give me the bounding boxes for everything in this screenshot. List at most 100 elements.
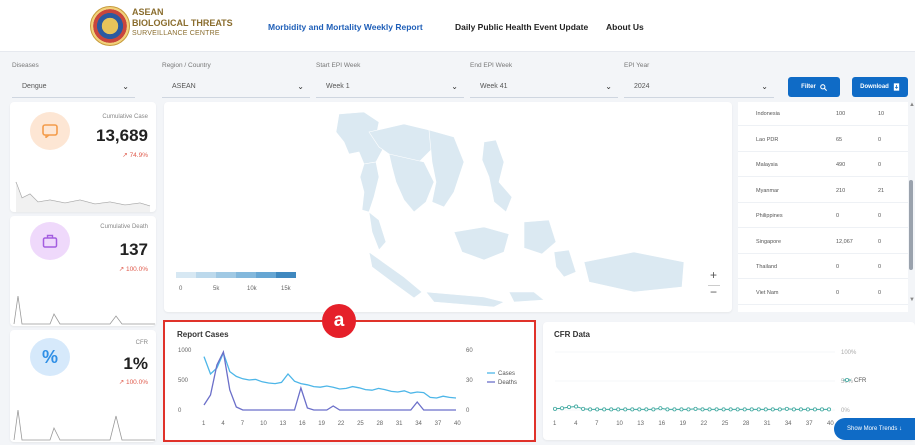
logo-caption: SURVEILLANCE CENTRE xyxy=(132,30,220,37)
cfr-point xyxy=(609,407,614,412)
cfr-point xyxy=(700,407,705,412)
legend-swatch xyxy=(216,272,236,278)
start-week-label: Start EPI Week xyxy=(316,62,361,69)
chevron-down-icon: ⌄ xyxy=(122,82,129,91)
x-tick: 28 xyxy=(743,421,750,427)
kpi-change: ↗ 100.0% xyxy=(118,266,148,273)
table-row[interactable]: Malaysia 490 0 xyxy=(738,153,908,177)
scroll-down-icon[interactable]: ▼ xyxy=(909,297,915,303)
cell-country: Lao PDR xyxy=(756,136,779,143)
x-tick: 37 xyxy=(806,421,813,427)
table-row[interactable]: Viet Nam 0 0 xyxy=(738,281,908,305)
cfr-point xyxy=(595,407,600,412)
legend-tick: 10k xyxy=(247,286,258,292)
cell-deaths: 0 xyxy=(878,289,882,296)
cell-deaths: 0 xyxy=(878,238,882,245)
cell-deaths: 10 xyxy=(878,111,885,117)
year-select[interactable]: 2024 ⌄ xyxy=(624,78,774,98)
diseases-select[interactable]: Dengue ⌄ xyxy=(12,78,135,98)
cell-cases: 490 xyxy=(836,162,846,168)
cell-cases: 65 xyxy=(836,136,843,143)
x-tick: 31 xyxy=(764,421,771,427)
cell-country: Viet Nam xyxy=(756,289,779,296)
cell-cases: 0 xyxy=(836,264,840,270)
annotation-badge: a xyxy=(322,304,356,338)
cfr-point xyxy=(672,407,677,412)
table-scrollbar[interactable]: ▲ ▼ xyxy=(908,102,915,312)
cell-cases: 0 xyxy=(836,289,840,296)
cfr-point xyxy=(665,407,670,412)
arrow-down-icon: ↓ xyxy=(899,426,903,432)
cfr-point xyxy=(742,407,747,412)
cell-cases: 100 xyxy=(836,111,846,117)
asean-logo[interactable] xyxy=(90,6,130,46)
kpi-label: Cumulative Case xyxy=(102,114,148,120)
cfr-point xyxy=(560,406,565,411)
show-more-trends-button[interactable]: Show More Trends ↓ xyxy=(834,418,915,440)
cfr-point xyxy=(686,407,691,412)
show-more-label: Show More Trends xyxy=(846,426,898,432)
table-row[interactable]: Thailand 0 0 xyxy=(738,255,908,279)
cfr-point xyxy=(812,407,817,412)
x-tick: 1 xyxy=(553,421,557,427)
nav-daily-update[interactable]: Daily Public Health Event Update xyxy=(455,22,588,32)
kpi-value: 1% xyxy=(123,354,148,373)
cell-country: Philippines xyxy=(756,213,783,219)
cfr-point xyxy=(644,407,649,412)
table-row[interactable]: Myanmar 210 21 xyxy=(738,179,908,203)
nav-mmwr[interactable]: Morbidity and Mortality Weekly Report xyxy=(268,22,423,32)
cfr-point xyxy=(637,407,642,412)
cfr-point xyxy=(552,406,557,411)
chevron-down-icon: ⌄ xyxy=(761,82,768,91)
briefcase-icon xyxy=(30,222,70,260)
download-label: Download xyxy=(860,84,889,90)
chevron-down-icon: ⌄ xyxy=(605,82,612,91)
kpi-value: 13,689 xyxy=(96,126,148,145)
filter-button[interactable]: Filter xyxy=(788,77,840,97)
cell-deaths: 0 xyxy=(878,213,882,219)
cell-deaths: 21 xyxy=(878,187,885,194)
year-label: EPI Year xyxy=(624,62,650,69)
table-row[interactable]: Indonesia 100 10 xyxy=(738,102,908,126)
x-tick: 19 xyxy=(679,421,686,427)
scrollbar-thumb[interactable] xyxy=(909,180,913,270)
cfr-point xyxy=(658,406,663,411)
scroll-up-icon[interactable]: ▲ xyxy=(909,102,915,108)
x-tick: 22 xyxy=(701,421,708,427)
cfr-point xyxy=(777,407,782,412)
map-color-legend: 0 5k 10k 15k xyxy=(176,272,296,292)
kpi-change: ↗ 74.9% xyxy=(122,152,148,159)
cell-cases: 210 xyxy=(836,187,846,194)
table-row[interactable]: Singapore 12,067 0 xyxy=(738,230,908,254)
filter-label: Filter xyxy=(801,84,816,90)
end-week-select[interactable]: Week 41 ⌄ xyxy=(470,78,618,98)
kpi-card-cfr: % CFR 1% ↗ 100.0% xyxy=(10,330,156,442)
x-tick: 10 xyxy=(616,421,623,427)
nav-about-us[interactable]: About Us xyxy=(606,22,644,32)
start-week-select[interactable]: Week 1 ⌄ xyxy=(316,78,464,98)
cfr-sparkline xyxy=(13,409,155,441)
cell-deaths: 0 xyxy=(878,162,882,168)
download-button[interactable]: Download xyxy=(852,77,908,97)
cfr-point xyxy=(630,407,635,412)
zoom-in-button[interactable]: + xyxy=(710,268,717,282)
map-panel[interactable]: 0 5k 10k 15k + − xyxy=(164,102,732,312)
cell-country: Myanmar xyxy=(756,187,779,194)
chevron-down-icon: ⌄ xyxy=(297,82,304,91)
cell-country: Singapore xyxy=(756,238,782,245)
deaths-sparkline xyxy=(13,295,155,325)
table-row[interactable]: Philippines 0 0 xyxy=(738,204,908,228)
logo-subtitle: BIOLOGICAL THREATS xyxy=(132,18,233,28)
end-week-label: End EPI Week xyxy=(470,62,513,69)
cfr-point xyxy=(784,406,789,411)
kpi-card-cases: Cumulative Case 13,689 ↗ 74.9% xyxy=(10,102,156,212)
year-value: 2024 xyxy=(634,83,650,90)
cfr-point xyxy=(623,407,628,412)
highlight-box xyxy=(163,320,536,442)
table-row[interactable]: Lao PDR 65 0 xyxy=(738,128,908,152)
end-week-value: Week 41 xyxy=(480,83,508,90)
legend-label: CFR xyxy=(854,378,867,384)
zoom-out-button[interactable]: − xyxy=(710,285,717,299)
cfr-point xyxy=(770,407,775,412)
region-select[interactable]: ASEAN ⌄ xyxy=(162,78,310,98)
